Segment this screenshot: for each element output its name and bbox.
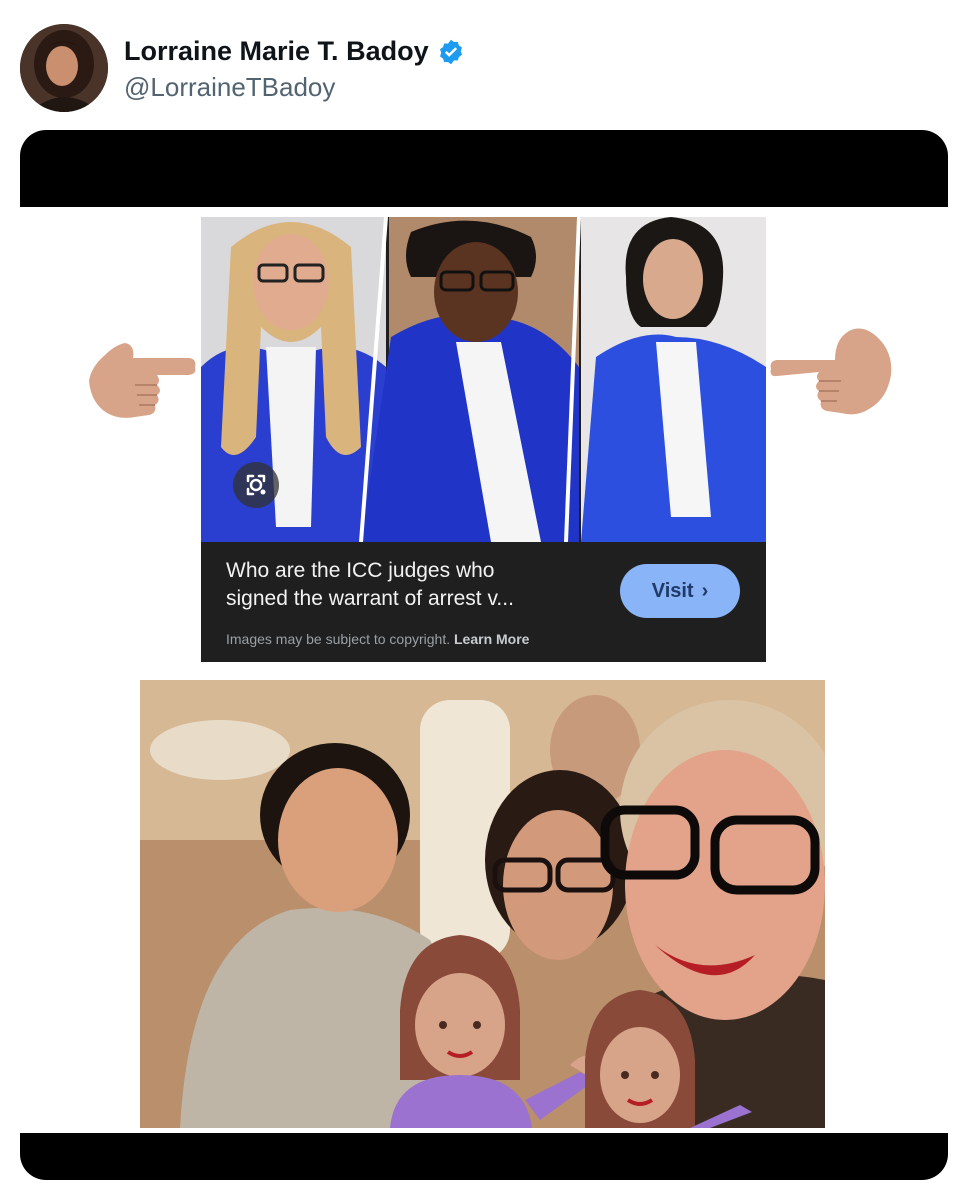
copyright-notice: Images may be subject to copyright. Lear… <box>226 631 529 647</box>
visit-label: Visit <box>651 579 694 602</box>
group-selfie-image <box>140 680 825 1128</box>
author-handle[interactable]: @LorraineTBadoy <box>124 72 335 103</box>
copyright-text: Images may be subject to copyright. <box>226 631 451 647</box>
learn-more-link[interactable]: Learn More <box>454 631 529 647</box>
caption-line-1: Who are the ICC judges who <box>226 559 495 582</box>
search-result-caption[interactable]: Who are the ICC judges who signed the wa… <box>226 557 606 613</box>
group-selfie-photo <box>140 680 825 1128</box>
backhand-index-pointing-right-emoji-icon <box>770 328 892 415</box>
judges-photo-strip <box>201 217 766 542</box>
tweet-header: Lorraine Marie T. Badoy @LorraineTBadoy <box>20 24 940 114</box>
google-lens-icon[interactable] <box>233 462 279 508</box>
author-name[interactable]: Lorraine Marie T. Badoy <box>124 36 429 67</box>
author-name-row: Lorraine Marie T. Badoy <box>124 36 465 67</box>
verified-badge-icon <box>439 39 462 64</box>
image-search-card: Who are the ICC judges who signed the wa… <box>201 217 766 662</box>
visit-button[interactable]: Visit › <box>620 564 740 618</box>
media-image: Who are the ICC judges who signed the wa… <box>20 207 948 1133</box>
caption-line-2: signed the warrant of arrest v... <box>226 587 514 610</box>
backhand-index-pointing-left-emoji-icon <box>89 343 196 418</box>
chevron-right-icon: › <box>701 579 709 602</box>
author-avatar[interactable] <box>20 24 108 112</box>
tweet-media[interactable]: Who are the ICC judges who signed the wa… <box>20 130 948 1180</box>
